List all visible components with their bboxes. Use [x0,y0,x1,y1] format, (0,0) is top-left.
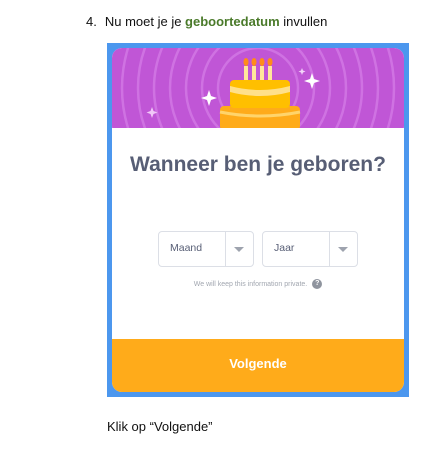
step-highlight: geboortedatum [185,14,280,29]
dialog-banner [112,48,404,128]
caption-text: Klik op “Volgende” [107,419,213,434]
help-icon[interactable]: ? [312,279,323,289]
year-select-value: Jaar [274,242,295,254]
step-number: 4. [86,14,97,29]
birthday-cake-icon [112,48,404,128]
year-select[interactable]: Jaar [262,231,358,267]
month-select[interactable]: Maand [158,231,254,267]
screenshot-frame: Wanneer ben je geboren? Maand Jaar We wi… [107,43,409,397]
chevron-down-icon[interactable] [338,247,348,252]
sparkle-icon [304,73,320,89]
privacy-text: We will keep this information private. [193,280,308,288]
dialog-question: Wanneer ben je geboren? [112,152,404,178]
privacy-note: We will keep this information private.? [112,279,404,289]
sparkle-icon [298,68,306,75]
step-text-prefix: Nu moet je je [104,14,186,29]
question-text: Wanneer ben je geboren? [130,153,386,176]
chevron-down-icon[interactable] [234,247,244,252]
select-divider [225,232,226,266]
next-button[interactable]: Volgende [112,339,404,392]
step-text-suffix: invullen [279,14,328,29]
tutorial-page: 4. Nu moet je je geboortedatum invullen [0,0,423,449]
birthdate-dialog: Wanneer ben je geboren? Maand Jaar We wi… [112,48,404,392]
month-select-value: Maand [170,242,203,254]
select-divider [329,232,330,266]
next-button-label: Volgende [229,356,287,371]
instruction-step: 4. Nu moet je je geboortedatum invullen [86,14,327,29]
